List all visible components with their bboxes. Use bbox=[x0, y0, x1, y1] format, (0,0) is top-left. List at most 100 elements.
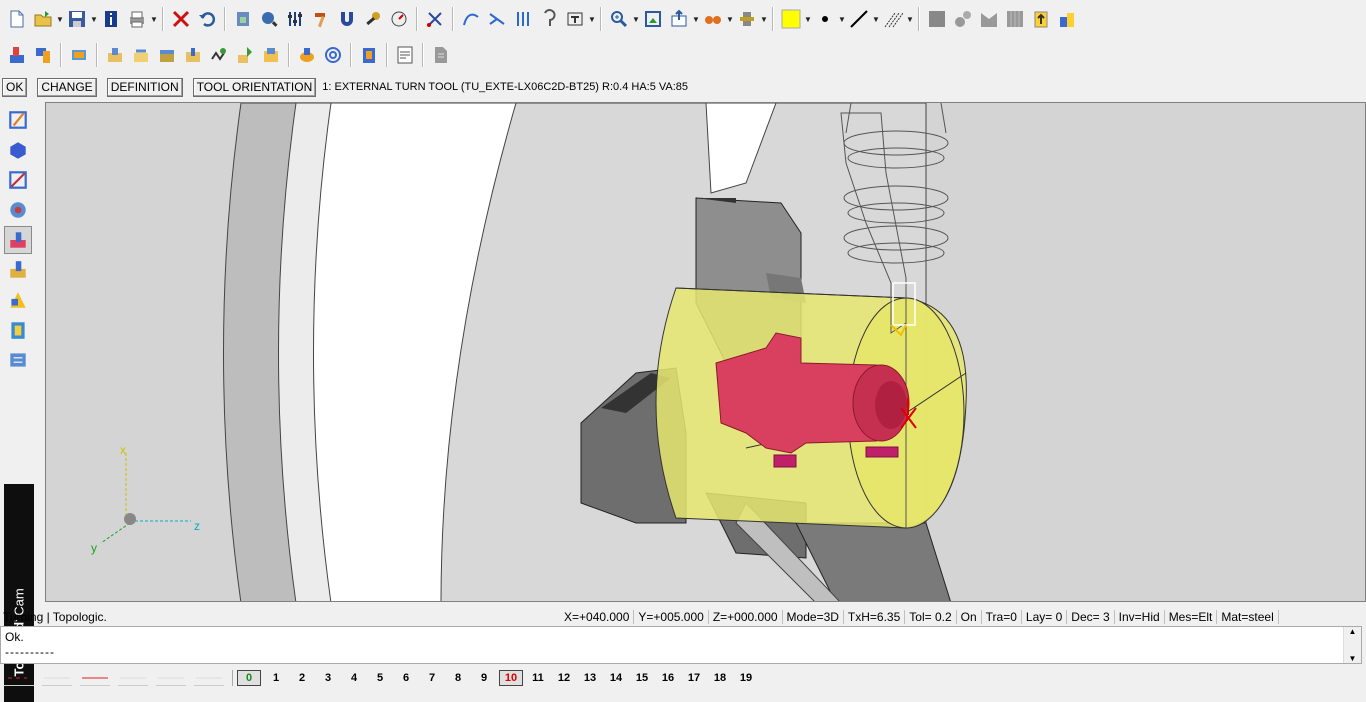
op-roughing-icon[interactable] bbox=[103, 43, 127, 67]
line-style-swatch[interactable] bbox=[42, 671, 72, 686]
glasses-dropdown-icon[interactable]: ▼ bbox=[726, 7, 734, 31]
layer-4[interactable]: 4 bbox=[343, 671, 365, 685]
layer-12[interactable]: 12 bbox=[553, 671, 575, 685]
point-style-icon[interactable] bbox=[813, 7, 837, 31]
open-folder-icon[interactable] bbox=[31, 7, 55, 31]
layer-6[interactable]: 6 bbox=[395, 671, 417, 685]
undo-icon[interactable] bbox=[195, 7, 219, 31]
layer-15[interactable]: 15 bbox=[631, 671, 653, 685]
up-arrow-doc-icon[interactable] bbox=[1029, 7, 1053, 31]
assembly-icon[interactable] bbox=[1055, 7, 1079, 31]
glasses-icon[interactable] bbox=[701, 7, 725, 31]
layer-8[interactable]: 8 bbox=[447, 671, 469, 685]
layer-17[interactable]: 17 bbox=[683, 671, 705, 685]
info-icon[interactable] bbox=[99, 7, 123, 31]
settings-icon[interactable] bbox=[4, 346, 32, 374]
open-dropdown-icon[interactable]: ▼ bbox=[56, 7, 64, 31]
layer-19[interactable]: 19 bbox=[735, 671, 757, 685]
cut-tool-icon[interactable] bbox=[423, 7, 447, 31]
definition-button[interactable]: DEFINITION bbox=[106, 77, 183, 97]
text-dropdown-icon[interactable]: ▼ bbox=[588, 7, 596, 31]
line-style-swatch[interactable] bbox=[80, 671, 110, 686]
status-lay[interactable]: Lay= 0 bbox=[1022, 610, 1068, 624]
status-on[interactable]: On bbox=[957, 610, 982, 624]
status-tra[interactable]: Tra=0 bbox=[982, 610, 1022, 624]
recycle-icon[interactable] bbox=[231, 7, 255, 31]
layer-7[interactable]: 7 bbox=[421, 671, 443, 685]
3d-viewport[interactable]: x z y bbox=[45, 102, 1366, 602]
op-boring-icon[interactable] bbox=[259, 43, 283, 67]
layer-11[interactable]: 11 bbox=[527, 671, 549, 685]
analysis-icon[interactable] bbox=[4, 286, 32, 314]
trim-icon[interactable] bbox=[485, 7, 509, 31]
status-dec[interactable]: Dec= 3 bbox=[1067, 610, 1115, 624]
layer-0[interactable]: 0 bbox=[237, 670, 261, 686]
equalizer-icon[interactable] bbox=[283, 7, 307, 31]
line-style-swatch[interactable] bbox=[118, 671, 148, 686]
save-dropdown-icon[interactable]: ▼ bbox=[90, 7, 98, 31]
op-finishing-icon[interactable] bbox=[129, 43, 153, 67]
hook-icon[interactable] bbox=[537, 7, 561, 31]
tool-orientation-button[interactable]: TOOL ORIENTATION bbox=[192, 77, 317, 97]
op-threading-icon[interactable] bbox=[207, 43, 231, 67]
inspect-icon[interactable] bbox=[257, 7, 281, 31]
magnet-icon[interactable] bbox=[335, 7, 359, 31]
status-tol[interactable]: Tol= 0.2 bbox=[905, 610, 957, 624]
point-dropdown-icon[interactable]: ▼ bbox=[838, 7, 846, 31]
target-icon[interactable] bbox=[321, 43, 345, 67]
color-swatch-icon[interactable] bbox=[779, 7, 803, 31]
op-facing-icon[interactable] bbox=[155, 43, 179, 67]
layer-16[interactable]: 16 bbox=[657, 671, 679, 685]
hammer-icon[interactable] bbox=[309, 7, 333, 31]
shape-gray-icon[interactable] bbox=[977, 7, 1001, 31]
export-dropdown-icon[interactable]: ▼ bbox=[692, 7, 700, 31]
drafting-icon[interactable] bbox=[4, 166, 32, 194]
component-icon[interactable] bbox=[735, 7, 759, 31]
layer-18[interactable]: 18 bbox=[709, 671, 731, 685]
simulation-icon[interactable] bbox=[295, 43, 319, 67]
export-icon[interactable] bbox=[667, 7, 691, 31]
layer-9[interactable]: 9 bbox=[473, 671, 495, 685]
turning-icon[interactable] bbox=[4, 226, 32, 254]
layer-3[interactable]: 3 bbox=[317, 671, 339, 685]
scroll-down-icon[interactable]: ▼ bbox=[1349, 654, 1357, 663]
save-icon[interactable] bbox=[65, 7, 89, 31]
op-grooving-icon[interactable] bbox=[181, 43, 205, 67]
op-drilling-icon[interactable] bbox=[233, 43, 257, 67]
color-dropdown-icon[interactable]: ▼ bbox=[804, 7, 812, 31]
layer-10[interactable]: 10 bbox=[499, 670, 523, 686]
print-dropdown-icon[interactable]: ▼ bbox=[150, 7, 158, 31]
doc-gray-icon[interactable] bbox=[429, 43, 453, 67]
line-dropdown-icon[interactable]: ▼ bbox=[872, 7, 880, 31]
status-mat[interactable]: Mat=steel bbox=[1217, 610, 1279, 624]
layer-14[interactable]: 14 bbox=[605, 671, 627, 685]
sketch-icon[interactable] bbox=[4, 106, 32, 134]
console-scrollbar[interactable]: ▲ ▼ bbox=[1343, 627, 1361, 663]
status-txh[interactable]: TxH=6.35 bbox=[844, 610, 906, 624]
zoom-dropdown-icon[interactable]: ▼ bbox=[632, 7, 640, 31]
scroll-up-icon[interactable]: ▲ bbox=[1349, 627, 1357, 636]
ok-button[interactable]: OK bbox=[2, 77, 28, 97]
document-icon[interactable] bbox=[4, 316, 32, 344]
print-icon[interactable] bbox=[125, 7, 149, 31]
grid-gray-icon[interactable] bbox=[1003, 7, 1027, 31]
status-mes[interactable]: Mes=Elt bbox=[1165, 610, 1218, 624]
status-mode[interactable]: Mode=3D bbox=[783, 610, 844, 624]
layer-1[interactable]: 1 bbox=[265, 671, 287, 685]
text-frame-icon[interactable] bbox=[563, 7, 587, 31]
line-style-swatch[interactable] bbox=[156, 671, 186, 686]
gears-icon[interactable] bbox=[951, 7, 975, 31]
line-style-swatch[interactable] bbox=[4, 671, 34, 686]
nc-file-icon[interactable] bbox=[393, 43, 417, 67]
change-button[interactable]: CHANGE bbox=[37, 77, 97, 97]
parallel-icon[interactable] bbox=[511, 7, 535, 31]
new-file-icon[interactable] bbox=[5, 7, 29, 31]
assembly-tool-icon[interactable] bbox=[4, 196, 32, 224]
layer-5[interactable]: 5 bbox=[369, 671, 391, 685]
line-style-icon[interactable] bbox=[847, 7, 871, 31]
zoom-fit-icon[interactable] bbox=[641, 7, 665, 31]
hatch-icon[interactable] bbox=[881, 7, 905, 31]
wrench-gear-icon[interactable] bbox=[361, 7, 385, 31]
stock-icon[interactable] bbox=[67, 43, 91, 67]
shape-icon[interactable] bbox=[4, 136, 32, 164]
